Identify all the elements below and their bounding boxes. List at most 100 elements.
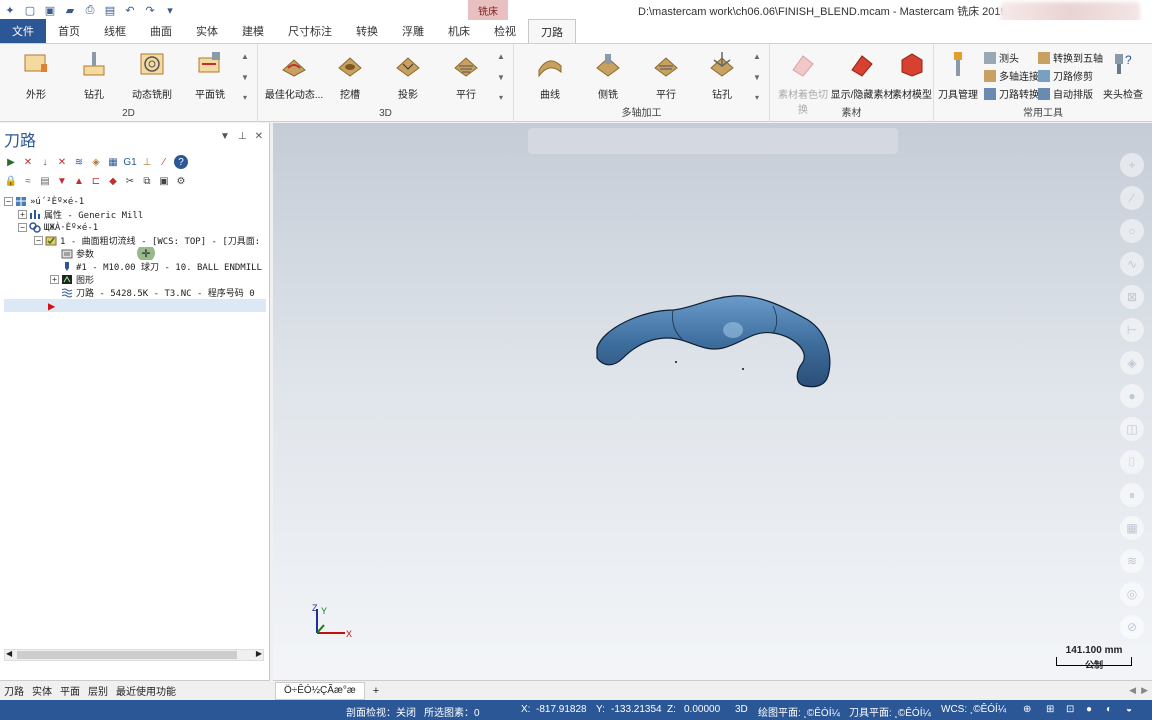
scroll-right-icon[interactable]: ▶ [256, 649, 262, 658]
mode-3d-toggle[interactable]: 3D [735, 704, 748, 715]
only-display-icon[interactable]: ✂ [123, 174, 137, 188]
swarf-button[interactable]: 侧铣 [582, 50, 634, 101]
globe-icon[interactable]: ⊕ [1023, 704, 1031, 715]
selection-toolbar[interactable] [528, 128, 898, 154]
toolpath-transform-button[interactable]: 刀路转换 [984, 86, 1039, 101]
tree-row-machine-group[interactable]: − »ú´²Èº×é-1 [4, 195, 266, 208]
display-options-icon[interactable]: ⧉ [140, 174, 154, 188]
tab-solids-panel[interactable]: 实体 [28, 683, 56, 698]
post-icon[interactable]: ⊥ [140, 155, 154, 169]
light-icon[interactable]: ◎ [1120, 582, 1144, 606]
move-up-icon[interactable]: ▲ [72, 174, 86, 188]
verify-icon[interactable]: ◈ [89, 155, 103, 169]
tree-row-properties[interactable]: + 属性 - Generic Mill [4, 208, 266, 221]
insert-arrow-icon[interactable]: ⊏ [89, 174, 103, 188]
panel-dropdown-icon[interactable]: ▼ [220, 131, 230, 142]
section-view-status[interactable]: 剖面检视：关闭 [346, 704, 416, 719]
insert-pos-icon[interactable]: ◆ [106, 174, 120, 188]
regenerate-dirty-icon[interactable]: ✕ [55, 155, 69, 169]
select-all-icon[interactable]: ▶ [4, 155, 18, 169]
tab-planes-panel[interactable]: 平面 [56, 683, 84, 698]
holder-check-button[interactable]: ? 夹头检查 [1098, 50, 1148, 101]
show-hide-stock-button[interactable]: 显示/隐藏素材 [830, 50, 894, 101]
tab-transform[interactable]: 转换 [344, 19, 390, 43]
tree-row-insert-arrow[interactable]: ▶ [4, 299, 266, 312]
tab-scroll-right-icon[interactable]: ▶ [1141, 685, 1148, 696]
display-mode-icon[interactable]: ◐ [1106, 704, 1112, 715]
tree-row-geometry[interactable]: + 图形 [4, 273, 266, 286]
convert-5axis-button[interactable]: 转换到五轴 [1038, 50, 1103, 65]
tab-toolpaths[interactable]: 刀路 [528, 19, 576, 43]
pin-icon[interactable]: ⊥ [238, 131, 247, 142]
gallery-scroll-multiaxis[interactable]: ▲ ▼ ▾ [752, 52, 762, 102]
parallel-multi-button[interactable]: 平行 [640, 50, 692, 101]
customize-dropdown-icon[interactable]: ▾ [162, 2, 178, 18]
open-folder-icon[interactable]: ▰ [62, 2, 78, 18]
scroll-thumb[interactable] [17, 651, 237, 659]
app-logo-icon[interactable]: ✦ [2, 2, 18, 18]
dynamic-mill-button[interactable]: 动态铣削 [126, 50, 178, 101]
filter-icon[interactable]: ⚙ [174, 174, 188, 188]
pause-icon[interactable]: ⏸ [1120, 483, 1144, 507]
tree-row-toolpath[interactable]: 刀路 - 5428.5K - T3.NC - 程序号码 0 [4, 286, 266, 299]
collapse-icon[interactable]: − [34, 236, 43, 245]
wireframe-icon[interactable]: ▦ [1120, 516, 1144, 540]
shading-mode-icon[interactable]: ● [1086, 704, 1092, 715]
close-icon[interactable]: ✕ [255, 131, 263, 142]
view-options-icon[interactable]: ▣ [157, 174, 171, 188]
project-button[interactable]: 投影 [382, 50, 434, 101]
gallery-scroll-3d[interactable]: ▲ ▼ ▾ [496, 52, 506, 102]
tool-manager-button[interactable]: 刀具管理 [934, 50, 982, 101]
grid-icon[interactable]: ⊞ [1046, 704, 1054, 715]
tree-row-parameters[interactable]: 参数 ✛ [4, 247, 266, 260]
tab-wireframe[interactable]: 线框 [92, 19, 138, 43]
no-entry-icon[interactable]: ⊘ [1120, 615, 1144, 639]
tab-levels-panel[interactable]: 层别 [84, 683, 112, 698]
toggle-display-icon[interactable]: ≈ [21, 174, 35, 188]
viewsheet-tab-main[interactable]: Ö÷ÊÓ½ÇÃæ°æ [275, 681, 365, 700]
curve-tool-icon[interactable]: ∿ [1120, 252, 1144, 276]
expand-icon[interactable]: + [18, 210, 27, 219]
tab-toolpaths-panel[interactable]: 刀路 [0, 683, 28, 698]
collapse-icon[interactable]: − [4, 197, 13, 206]
tab-model-prep[interactable]: 建模 [230, 19, 276, 43]
save-as-icon[interactable]: ▤ [102, 2, 118, 18]
toggle-post-icon[interactable]: ▤ [38, 174, 52, 188]
move-down-icon[interactable]: ▼ [55, 174, 69, 188]
expand-icon[interactable]: + [50, 275, 59, 284]
tab-relief[interactable]: 浮雕 [390, 19, 436, 43]
regenerate-icon[interactable]: ↓ [38, 155, 52, 169]
face-mill-button[interactable]: 平面铣 [184, 50, 236, 101]
dimension-icon[interactable]: ⊢ [1120, 318, 1144, 342]
collapse-icon[interactable]: − [18, 223, 27, 232]
graphics-viewport[interactable]: Z Y X + ∕ ○ ∿ ⊠ ⊢ ◈ ● ◫ ⌷ ⏸ ▦ ≋ ◎ ⊘ 141.… [273, 123, 1152, 680]
tab-machine[interactable]: 机床 [436, 19, 482, 43]
trim-toolpath-button[interactable]: 刀路修剪 [1038, 68, 1093, 83]
measure-icon[interactable]: ∕ [1120, 186, 1144, 210]
tree-row-tool[interactable]: #1 - M10.00 球刀 - 10. BALL ENDMILL [4, 260, 266, 273]
tab-dimension[interactable]: 尺寸标注 [276, 19, 344, 43]
cube-view-icon[interactable]: ◫ [1120, 417, 1144, 441]
contour-button[interactable]: 外形 [10, 50, 62, 101]
scroll-left-icon[interactable]: ◀ [6, 649, 12, 658]
deselect-icon[interactable]: ✕ [21, 155, 35, 169]
tree-row-operation[interactable]: − 1 - 曲面粗切流线 - [WCS: TOP] - [刀具面: [4, 234, 266, 247]
new-file-icon[interactable]: ▢ [22, 2, 38, 18]
curve-button[interactable]: 曲线 [524, 50, 576, 101]
stock-model-button[interactable]: 素材模型 [888, 50, 936, 101]
tab-surfaces[interactable]: 曲面 [138, 19, 184, 43]
tree-horizontal-scrollbar[interactable]: ◀ ▶ [4, 649, 264, 661]
redo-icon[interactable]: ↷ [142, 2, 158, 18]
wireframe-mode-icon[interactable]: ◒ [1126, 704, 1132, 715]
shaded-icon[interactable]: ◈ [1120, 351, 1144, 375]
tab-recent-functions-panel[interactable]: 最近使用功能 [112, 683, 180, 698]
add-viewsheet-icon[interactable]: + [373, 685, 379, 697]
simulate-icon[interactable]: ▦ [106, 155, 120, 169]
solid-view-icon[interactable]: ● [1120, 384, 1144, 408]
drill-button[interactable]: 钻孔 [68, 50, 120, 101]
circle-view-icon[interactable]: ○ [1120, 219, 1144, 243]
render-icon[interactable]: ⊡ [1066, 704, 1074, 715]
highfeed-icon[interactable]: ⁄ [157, 155, 171, 169]
g1-icon[interactable]: G1 [123, 155, 137, 169]
tree-row-toolpath-group[interactable]: − ЩЖÀ·Èº×é-1 [4, 221, 266, 234]
